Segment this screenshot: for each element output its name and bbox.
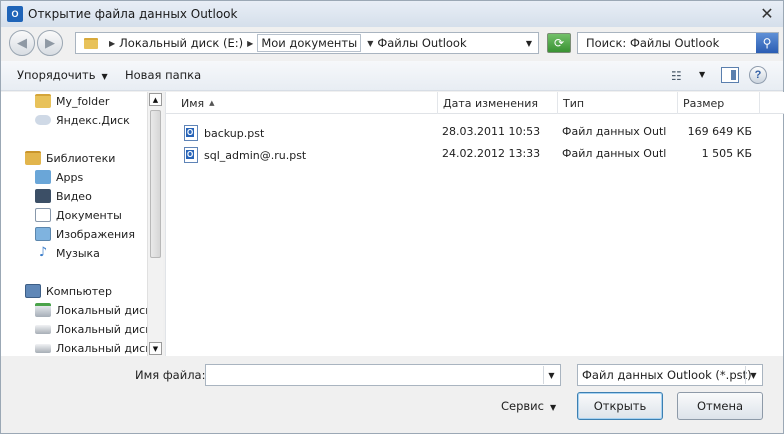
nav-item-local-disk-2[interactable]: Локальный диск ( (35, 320, 160, 338)
folder-icon (84, 37, 98, 49)
column-header-name[interactable]: Имя ▲ (176, 92, 438, 114)
disk-icon (35, 324, 51, 334)
arrow-right-icon: ▶ (45, 35, 55, 51)
chevron-right-icon: ▶ (109, 38, 116, 48)
file-type: Файл данных Outlook (562, 147, 666, 160)
open-button[interactable]: Открыть (577, 392, 663, 420)
forward-button[interactable]: ▶ (37, 30, 63, 56)
outlook-icon: O (7, 6, 23, 22)
file-size: 1 505 КБ (701, 147, 752, 160)
folder-icon (35, 94, 51, 108)
file-type-filter[interactable]: Файл данных Outlook (*.pst) ▼ (577, 364, 763, 386)
sort-ascending-icon: ▲ (209, 99, 215, 107)
breadcrumb-disk-e[interactable]: Локальный диск (E:) (119, 36, 243, 50)
outlook-file-icon (184, 147, 198, 163)
file-list: Имя▲ Дата изменения Тип Размер backup.ps… (165, 92, 784, 356)
apps-icon (35, 170, 51, 184)
nav-item-documents[interactable]: Документы (35, 206, 122, 224)
breadcrumb-my-documents[interactable]: Мои документы (257, 34, 362, 52)
chevron-down-icon[interactable]: ▼ (543, 366, 559, 384)
scroll-down-icon[interactable]: ▼ (149, 342, 162, 355)
preview-pane-icon[interactable] (721, 67, 739, 83)
title-bar: O Открытие файла данных Outlook ✕ (1, 1, 783, 27)
nav-item-my-folder[interactable]: My_folder (35, 92, 109, 110)
column-header-type[interactable]: Тип (558, 92, 678, 114)
command-toolbar: Упорядочить ▼ Новая папка ☷ ▼ ? (1, 61, 783, 91)
nav-item-pictures[interactable]: Изображения (35, 225, 135, 243)
search-box[interactable]: ⚲ (577, 32, 779, 54)
documents-icon (35, 208, 51, 222)
file-type-filter-value: Файл данных Outlook (*.pst) (582, 368, 752, 382)
cancel-button[interactable]: Отмена (677, 392, 763, 420)
chevron-right-icon[interactable]: ▶ (247, 39, 253, 48)
computer-icon (25, 284, 41, 298)
library-icon (25, 151, 41, 165)
video-icon (35, 189, 51, 203)
filename-input[interactable] (210, 365, 544, 385)
chevron-down-icon[interactable]: ▼ (745, 366, 761, 384)
disk-icon (35, 343, 51, 353)
window-title: Открытие файла данных Outlook (28, 7, 238, 21)
arrow-left-icon: ◀ (17, 35, 27, 51)
nav-item-yandex-disk[interactable]: Яндекс.Диск (35, 111, 130, 129)
new-folder-button[interactable]: Новая папка (125, 68, 201, 82)
column-header-row: Имя ▲ Дата изменения Тип Размер (166, 92, 784, 114)
nav-item-apps[interactable]: Apps (35, 168, 83, 186)
nav-item-music[interactable]: ♪ Музыка (35, 244, 100, 262)
chevron-right-icon[interactable]: ▼ (367, 39, 373, 48)
address-bar[interactable]: ▶ Локальный диск (E:) ▶ Мои документы ▼ … (75, 32, 539, 54)
column-header-size[interactable]: Размер (678, 92, 760, 114)
file-name: sql_admin@.ru.pst (204, 148, 307, 162)
nav-item-computer[interactable]: Компьютер (25, 282, 112, 300)
nav-item-libraries[interactable]: Библиотеки (25, 149, 115, 167)
tools-menu[interactable]: Сервис ▼ (501, 399, 556, 413)
view-options-dropdown[interactable]: ▼ (699, 70, 705, 79)
breadcrumb-outlook-files[interactable]: Файлы Outlook (377, 36, 466, 50)
address-row: ◀ ▶ ▶ Локальный диск (E:) ▶ Мои документ… (1, 29, 783, 57)
scroll-up-icon[interactable]: ▲ (149, 93, 162, 106)
filename-label: Имя файла: (135, 368, 206, 382)
address-history-dropdown[interactable]: ▼ (522, 35, 536, 51)
nav-item-video[interactable]: Видео (35, 187, 92, 205)
navigation-scrollbar[interactable]: ▲ ▼ (147, 92, 163, 356)
chevron-down-icon: ▼ (525, 38, 533, 48)
chevron-down-icon: ▼ (101, 72, 108, 81)
search-icon[interactable]: ⚲ (756, 33, 778, 53)
chevron-down-icon: ▼ (549, 403, 557, 412)
back-button[interactable]: ◀ (9, 30, 35, 56)
open-outlook-data-file-dialog: O Открытие файла данных Outlook ✕ ◀ ▶ ▶ … (0, 0, 784, 434)
refresh-button[interactable]: ⟳ (547, 33, 571, 53)
column-header-date[interactable]: Дата изменения (438, 92, 558, 114)
nav-item-local-disk-1[interactable]: Локальный диск ( (35, 301, 160, 319)
filename-combo[interactable]: ▼ (205, 364, 561, 386)
disk-icon (35, 303, 51, 317)
navigation-pane: My_folder Яндекс.Диск Библиотеки Apps Ви… (1, 92, 163, 356)
cloud-icon (35, 115, 51, 125)
nav-item-local-disk-3[interactable]: Локальный диск ( (35, 339, 160, 356)
scrollbar-thumb[interactable] (150, 110, 161, 258)
file-row[interactable]: backup.pst 28.03.2011 10:53 Файл данных … (176, 122, 760, 142)
search-input[interactable] (584, 35, 760, 51)
refresh-icon: ⟳ (553, 36, 565, 50)
music-icon: ♪ (38, 245, 48, 260)
close-button[interactable]: ✕ (757, 3, 777, 23)
organize-button[interactable]: Упорядочить ▼ (17, 68, 108, 82)
file-size: 169 649 КБ (687, 125, 752, 138)
outlook-file-icon (184, 125, 198, 141)
file-date: 24.02.2012 13:33 (442, 147, 541, 160)
pictures-icon (35, 227, 51, 241)
file-type: Файл данных Outlook (562, 125, 666, 138)
view-details-icon[interactable]: ☷ (671, 69, 687, 83)
help-icon[interactable]: ? (749, 66, 767, 84)
file-date: 28.03.2011 10:53 (442, 125, 541, 138)
file-name: backup.pst (204, 126, 265, 140)
file-row[interactable]: sql_admin@.ru.pst 24.02.2012 13:33 Файл … (176, 144, 760, 164)
